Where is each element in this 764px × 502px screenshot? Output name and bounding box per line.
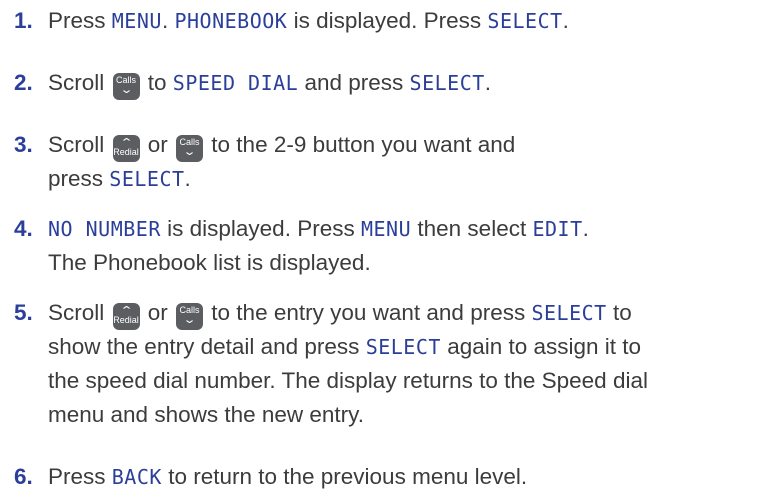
chevron-down-icon: ⌄ [119, 84, 133, 96]
step-number: 3 [14, 132, 27, 157]
lcd-text-phonebook: PHONEBOOK [174, 9, 288, 33]
step-5: 5. Scroll ⌃ Redial or Calls ⌄ to the entry… [14, 296, 754, 432]
lcd-text-select: SELECT [487, 9, 563, 33]
calls-key-icon: Calls ⌄ [112, 73, 140, 100]
chevron-up-icon: ⌃ [119, 137, 133, 149]
step-text: Press MENU. PHONEBOOK is displayed. Pres… [48, 8, 569, 33]
chevron-up-icon: ⌃ [119, 305, 133, 317]
step-6: 6. Press BACK to return to the previous … [14, 460, 754, 494]
step-2: 2. Scroll Calls ⌄ to SPEED DIAL and press… [14, 66, 754, 100]
step-number: 6 [14, 464, 27, 489]
step-number: 2 [14, 70, 27, 95]
calls-key-icon: Calls ⌄ [176, 303, 204, 330]
lcd-text-menu: MENU [111, 9, 162, 33]
lcd-text-menu: MENU [360, 217, 412, 241]
lcd-text-no-number: NO NUMBER [48, 217, 161, 241]
step-1: 1. Press MENU. PHONEBOOK is displayed. P… [14, 4, 754, 38]
step-4: 4. NO NUMBER is displayed. Press MENU th… [14, 212, 754, 280]
chevron-down-icon: ⌄ [182, 314, 197, 326]
step-number: 5 [14, 300, 27, 325]
lcd-text-select: SELECT [531, 301, 607, 325]
chevron-down-icon: ⌄ [182, 146, 197, 158]
lcd-text-select: SELECT [109, 167, 185, 191]
lcd-text-speed-dial: SPEED DIAL [172, 71, 299, 95]
step-text: NO NUMBER is displayed. Press MENU then … [48, 216, 589, 275]
lcd-text-edit: EDIT [532, 217, 583, 241]
step-text: Scroll ⌃ Redial or Calls ⌄ to the entry yo… [48, 300, 648, 427]
redial-key-icon: ⌃ Redial [112, 303, 140, 330]
step-text: Scroll Calls ⌄ to SPEED DIAL and press SE… [48, 66, 754, 100]
lcd-text-back: BACK [111, 465, 162, 489]
step-number: 4 [14, 216, 27, 241]
calls-key-icon: Calls ⌄ [176, 135, 204, 162]
lcd-text-select: SELECT [365, 335, 441, 359]
step-text: Scroll ⌃ Redial or Calls ⌄ to the 2-9 butt… [48, 132, 516, 191]
step-number: 1 [14, 8, 27, 33]
redial-key-icon: ⌃ Redial [112, 135, 140, 162]
step-3: 3. Scroll ⌃ Redial or Calls ⌄ to the 2-9 b… [14, 128, 754, 196]
step-text: Press BACK to return to the previous men… [48, 464, 528, 489]
lcd-text-select: SELECT [409, 71, 485, 95]
